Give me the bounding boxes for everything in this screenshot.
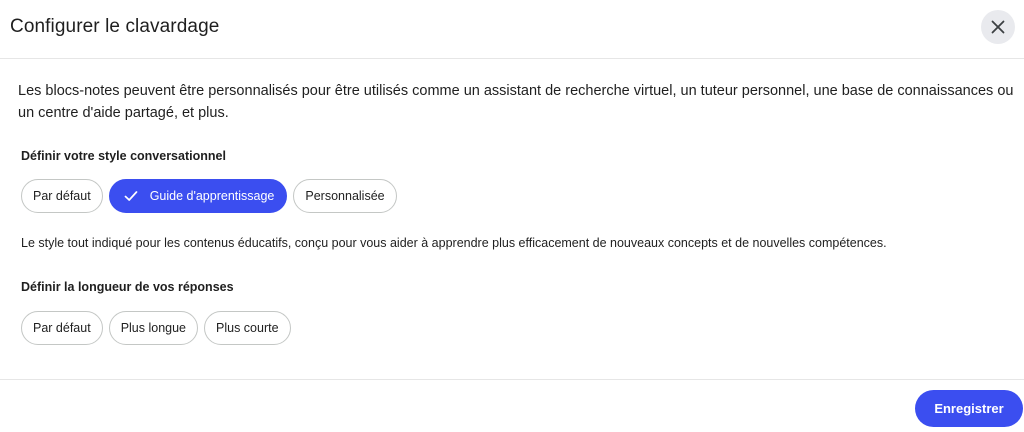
chip-label: Plus longue bbox=[120, 321, 187, 335]
style-option-default[interactable]: Par défaut bbox=[21, 179, 103, 213]
style-description: Le style tout indiqué pour les contenus … bbox=[21, 236, 887, 250]
configure-chat-dialog: Configurer le clavardage Les blocs-notes… bbox=[0, 0, 1024, 431]
chip-label: Guide d'apprentissage bbox=[149, 189, 275, 203]
chip-label: Par défaut bbox=[33, 189, 91, 203]
save-button[interactable]: Enregistrer bbox=[915, 390, 1023, 427]
length-options: Par défaut Plus longue Plus courte bbox=[21, 311, 291, 345]
style-option-learning-guide[interactable]: Guide d'apprentissage bbox=[108, 179, 288, 213]
intro-text: Les blocs-notes peuvent être personnalis… bbox=[18, 83, 1014, 121]
dialog-footer: Enregistrer bbox=[0, 379, 1024, 432]
length-option-shorter[interactable]: Plus courte bbox=[204, 311, 291, 345]
dialog-title: Configurer le clavardage bbox=[10, 16, 220, 37]
length-section-label: Définir la longueur de vos réponses bbox=[21, 280, 234, 294]
chip-label: Plus courte bbox=[216, 321, 279, 335]
check-icon bbox=[124, 189, 138, 203]
close-icon bbox=[991, 20, 1005, 34]
style-section-label: Définir votre style conversationnel bbox=[21, 149, 226, 163]
length-option-default[interactable]: Par défaut bbox=[21, 311, 103, 345]
chip-label: Par défaut bbox=[33, 321, 91, 335]
style-options: Par défaut Guide d'apprentissage Personn… bbox=[21, 179, 397, 213]
dialog-header: Configurer le clavardage bbox=[0, 0, 1024, 59]
close-button[interactable] bbox=[981, 10, 1015, 44]
chip-label: Personnalisée bbox=[305, 189, 385, 203]
length-option-longer[interactable]: Plus longue bbox=[108, 311, 199, 345]
style-option-custom[interactable]: Personnalisée bbox=[293, 179, 397, 213]
